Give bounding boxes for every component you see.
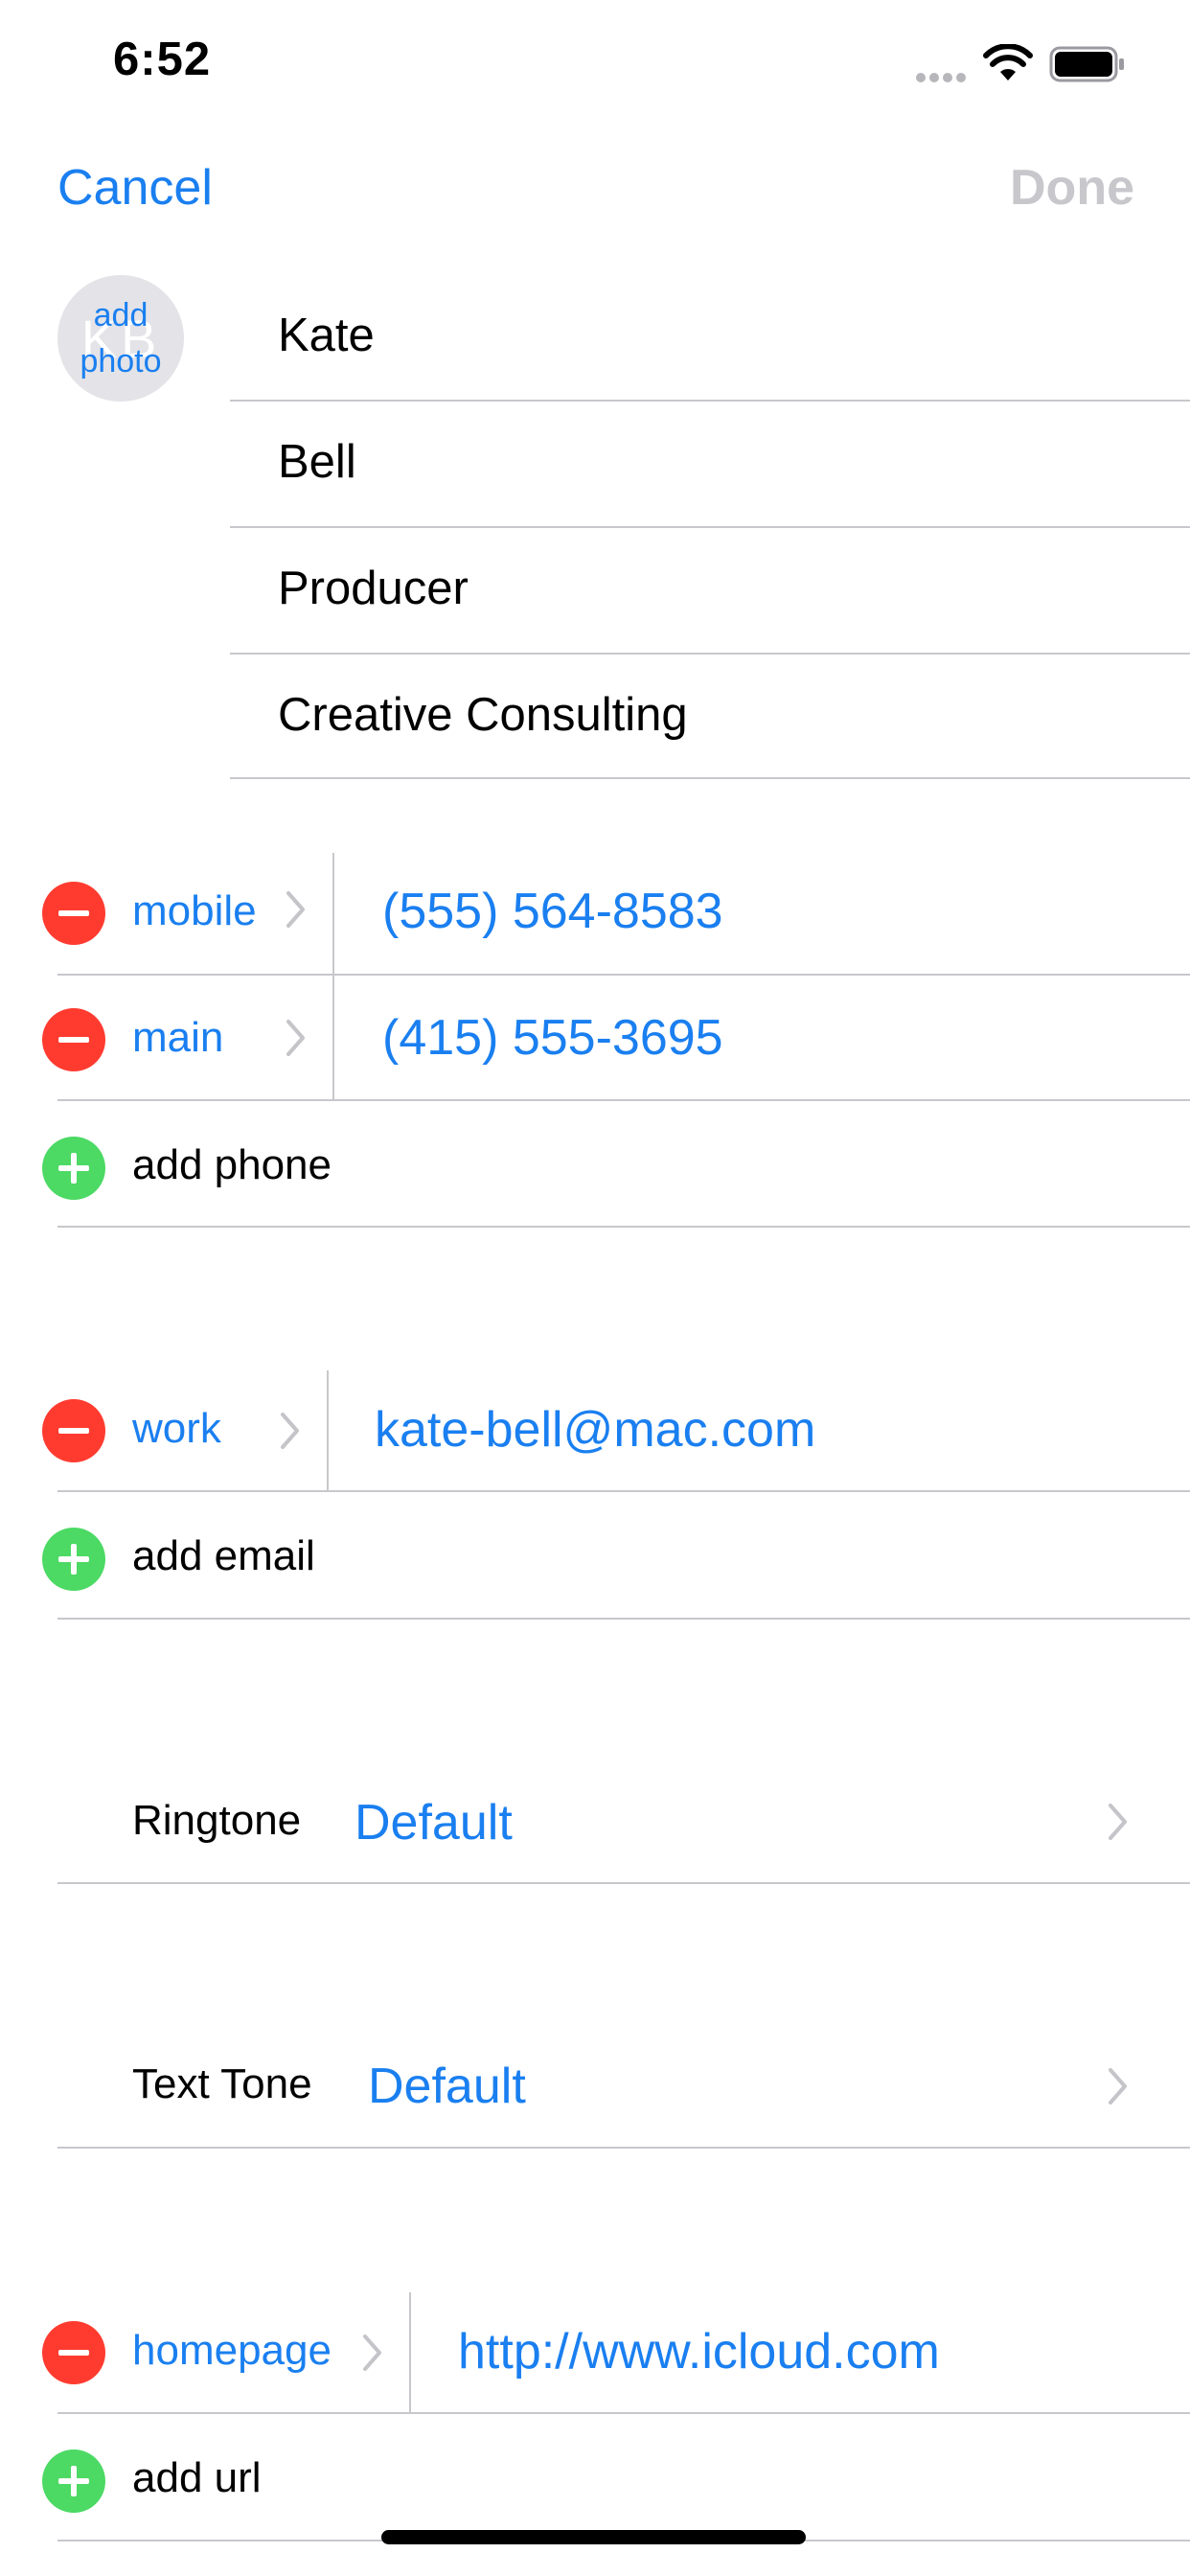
remove-phone-1-button[interactable] (42, 882, 105, 945)
separator (57, 2412, 1190, 2414)
ringtone-value[interactable]: Default (355, 1794, 513, 1852)
email-field[interactable]: kate-bell@mac.com (375, 1401, 815, 1459)
phone-1-type-label[interactable]: mobile (132, 887, 257, 935)
chevron-right-icon[interactable] (286, 890, 307, 929)
add-email-label[interactable]: add email (132, 1532, 315, 1580)
separator (230, 400, 1190, 402)
chevron-right-icon[interactable] (286, 1019, 307, 1057)
home-indicator[interactable] (381, 2530, 806, 2544)
phone-2-type-label[interactable]: main (132, 1014, 223, 1062)
done-button[interactable]: Done (1010, 159, 1134, 217)
phone-1-field[interactable]: (555) 564-8583 (382, 883, 723, 940)
chevron-right-icon[interactable] (1108, 2067, 1129, 2105)
separator (57, 1099, 1190, 1101)
last-name-field[interactable]: Bell (278, 435, 356, 489)
text-tone-label: Text Tone (132, 2060, 312, 2107)
wifi-icon (983, 43, 1033, 87)
job-title-field[interactable]: Producer (278, 562, 469, 615)
text-tone-value[interactable]: Default (368, 2058, 526, 2115)
remove-email-button[interactable] (42, 1399, 105, 1462)
add-url-label[interactable]: add url (132, 2454, 262, 2502)
chevron-right-icon[interactable] (362, 2334, 383, 2372)
separator (332, 976, 334, 1100)
add-phone-button[interactable] (42, 1137, 105, 1200)
battery-icon (1049, 46, 1126, 87)
separator (57, 1618, 1190, 1620)
email-type-label[interactable]: work (132, 1405, 221, 1453)
separator (57, 1490, 1190, 1492)
add-url-button[interactable] (42, 2450, 105, 2513)
separator (57, 974, 1190, 976)
separator (230, 526, 1190, 528)
separator (57, 1882, 1190, 1884)
separator (57, 1226, 1190, 1228)
url-type-label[interactable]: homepage (132, 2327, 332, 2375)
add-email-button[interactable] (42, 1528, 105, 1591)
chevron-right-icon[interactable] (280, 1412, 301, 1450)
cancel-button[interactable]: Cancel (57, 159, 213, 217)
phone-2-field[interactable]: (415) 555-3695 (382, 1009, 723, 1067)
separator (230, 653, 1190, 655)
url-field[interactable]: http://www.icloud.com (458, 2323, 940, 2380)
company-field[interactable]: Creative Consulting (278, 688, 688, 742)
remove-url-button[interactable] (42, 2321, 105, 2384)
add-phone-label[interactable]: add phone (132, 1141, 332, 1189)
separator (57, 2147, 1190, 2149)
first-name-field[interactable]: Kate (278, 309, 375, 362)
add-photo-label-line1: add (93, 297, 149, 334)
separator (230, 777, 1190, 779)
remove-phone-2-button[interactable] (42, 1008, 105, 1071)
separator (327, 1370, 329, 1492)
ringtone-label: Ringtone (132, 1797, 302, 1844)
signal-dots-icon (915, 71, 969, 88)
separator (409, 2292, 411, 2414)
separator (332, 853, 334, 976)
add-photo-label-line2: photo (80, 343, 162, 380)
chevron-right-icon[interactable] (1108, 1803, 1129, 1841)
status-time: 6:52 (113, 34, 212, 85)
add-photo-button[interactable]: add photo (57, 292, 184, 384)
avatar[interactable]: KB add photo (57, 275, 184, 402)
